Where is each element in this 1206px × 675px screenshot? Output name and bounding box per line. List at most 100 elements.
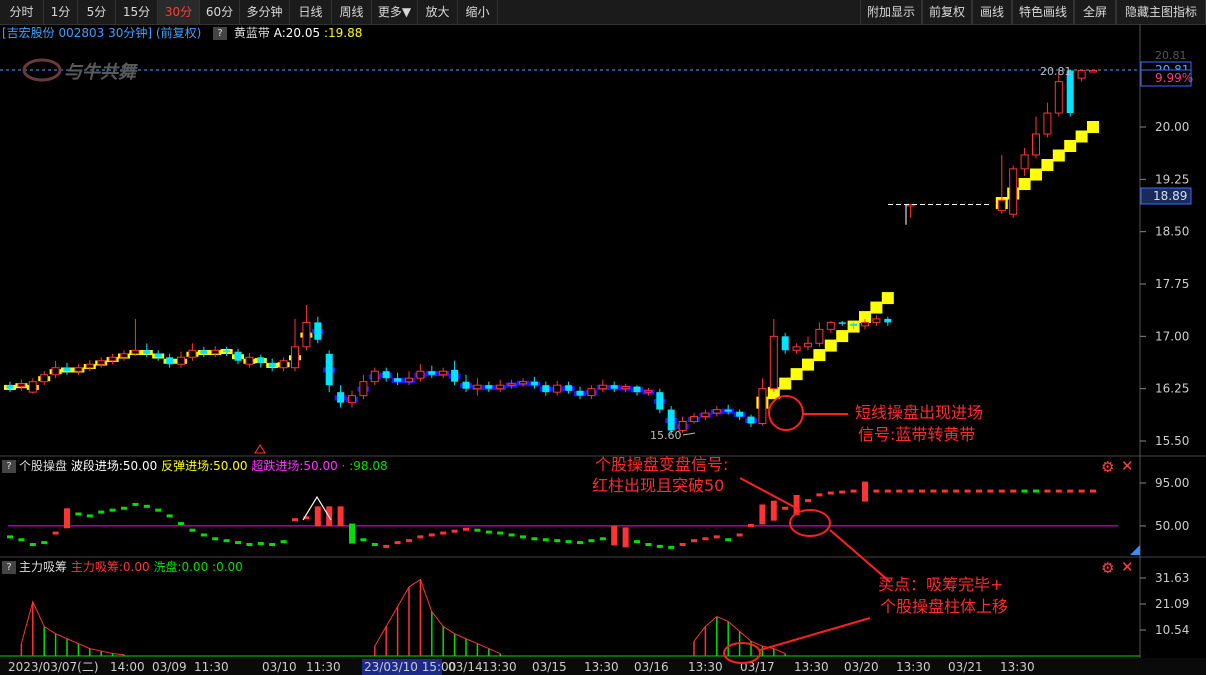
sub1-dash xyxy=(748,523,754,527)
sub1-value-3: 超跌进场:50.00 xyxy=(251,459,338,473)
sub1-dash xyxy=(599,537,606,541)
sub1-dash xyxy=(132,502,139,506)
candle-body xyxy=(223,350,231,352)
sub1-dash xyxy=(656,544,663,548)
candle-body xyxy=(644,390,653,393)
candle-body xyxy=(792,346,801,351)
candle-body xyxy=(85,363,94,369)
time-label: 13:30 xyxy=(794,660,829,674)
sub1-dash xyxy=(839,490,846,494)
sub1-dash xyxy=(577,541,583,545)
time-label: 13:30 xyxy=(584,660,619,674)
sub1-dash xyxy=(850,489,857,493)
sub1-dash xyxy=(702,537,709,541)
sub1-dash xyxy=(189,528,196,532)
time-label: 13:30 xyxy=(482,660,517,674)
candle-body xyxy=(302,321,311,348)
band-block xyxy=(824,339,837,352)
candle-body xyxy=(850,323,858,326)
candle-body xyxy=(188,349,197,358)
sub1-bar xyxy=(622,527,629,548)
sub1-dash xyxy=(440,531,447,535)
settings-gear-icon[interactable]: ⚙ xyxy=(1101,458,1114,476)
candle-body xyxy=(838,322,846,324)
sub1-dash xyxy=(1078,489,1085,493)
time-label: 03/09 xyxy=(152,660,187,674)
candle-body xyxy=(804,342,812,348)
time-label: 23/03/10 15:00 xyxy=(364,660,456,674)
candle-body xyxy=(610,385,618,389)
band-block xyxy=(1087,121,1099,133)
sub1-bar xyxy=(770,500,777,521)
time-label: 14:00 xyxy=(110,660,145,674)
sub1-dash xyxy=(485,530,492,534)
sub1-dash xyxy=(508,533,515,537)
time-label: 03/14 xyxy=(448,660,483,674)
sub2-name: 主力吸筹 xyxy=(19,560,68,574)
time-label: 13:30 xyxy=(688,660,723,674)
band-block xyxy=(870,301,883,314)
candle-body xyxy=(565,385,573,391)
marker-triangle xyxy=(254,444,266,454)
band-block xyxy=(1075,130,1088,143)
settings-gear-icon[interactable]: ⚙ xyxy=(1101,559,1114,577)
low-price-pointer xyxy=(682,432,696,436)
candle-body xyxy=(1077,69,1086,79)
candle-body xyxy=(325,353,333,386)
candle-body xyxy=(291,346,299,369)
candle-body xyxy=(51,367,60,376)
sub1-dash xyxy=(371,543,378,546)
candle-body xyxy=(40,374,49,383)
sub1-name: 个股操盘 xyxy=(19,459,68,473)
candle-body xyxy=(736,411,744,417)
sub1-dash xyxy=(75,512,82,516)
help-icon[interactable]: ? xyxy=(2,561,16,574)
sub1-dash xyxy=(1067,489,1074,493)
annotation-text: 短线操盘出现进场 xyxy=(855,403,983,422)
close-icon[interactable]: ✕ xyxy=(1121,558,1134,576)
annotation-text: 信号:蓝带转黄带 xyxy=(858,425,975,444)
sub1-dash xyxy=(1021,489,1028,493)
time-label: 11:30 xyxy=(194,660,229,674)
sub1-dash xyxy=(1055,489,1062,493)
sub1-dash xyxy=(212,537,219,541)
price-tick-label: 17.75 xyxy=(1155,277,1189,291)
sub1-dash xyxy=(896,489,903,493)
candle-body xyxy=(245,356,254,365)
price-tick-label: 18.50 xyxy=(1155,225,1189,239)
candle-body xyxy=(485,385,493,389)
annotation-pointer xyxy=(739,477,801,511)
candle-body xyxy=(28,381,37,393)
candle-body xyxy=(131,349,140,355)
close-icon[interactable]: ✕ xyxy=(1121,457,1134,475)
time-label: 03/20 xyxy=(844,660,879,674)
candle-body xyxy=(724,409,732,412)
annotation-pointer xyxy=(759,617,871,651)
sub1-dash xyxy=(1044,489,1051,493)
candlesticks xyxy=(6,69,1097,435)
band-block xyxy=(1041,159,1054,172)
sub1-dash xyxy=(976,489,982,493)
candle-body xyxy=(861,321,869,327)
help-icon[interactable]: ? xyxy=(2,460,16,473)
sub1-dash xyxy=(531,537,538,541)
sub1-dash xyxy=(873,489,880,493)
sub2-tick-label: 10.54 xyxy=(1155,623,1189,637)
candle-body xyxy=(519,381,527,385)
sub2-line xyxy=(20,600,125,656)
sub1-dash xyxy=(930,489,937,493)
candle-body xyxy=(701,412,710,418)
sub1-dash xyxy=(394,541,401,545)
pct-tag-text: 9.99% xyxy=(1155,71,1193,85)
sub1-value-4: · xyxy=(341,459,346,473)
sub1-dash xyxy=(463,527,469,531)
sub1-dash xyxy=(964,489,971,493)
sub1-dash xyxy=(474,528,481,532)
sub1-dash xyxy=(668,545,675,549)
candle-body xyxy=(667,409,675,431)
band-block xyxy=(779,377,792,390)
candle-body xyxy=(200,350,208,354)
sub1-dash xyxy=(41,541,48,545)
sub1-dash xyxy=(428,533,435,537)
candle-body xyxy=(884,318,892,323)
